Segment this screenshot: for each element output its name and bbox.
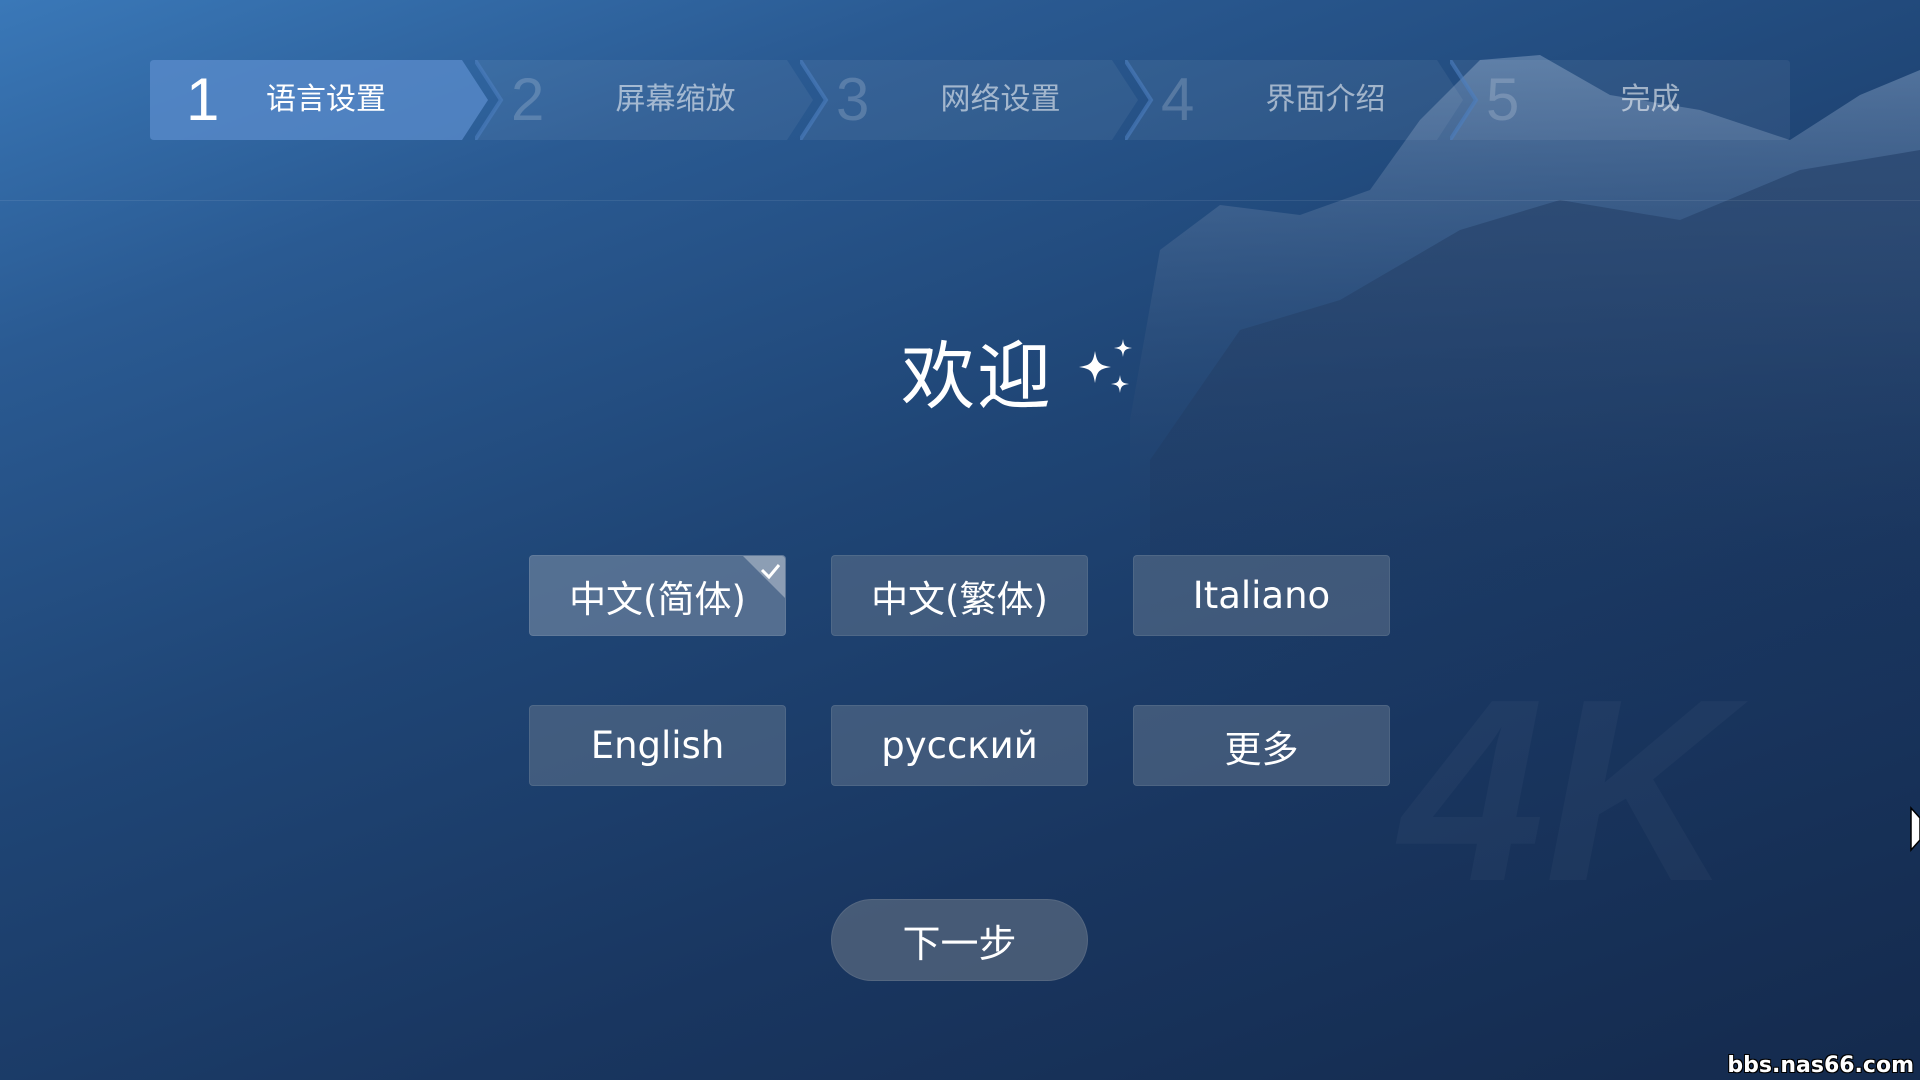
language-button-italiano[interactable]: Italiano — [1133, 555, 1390, 636]
next-step-label: 下一步 — [902, 921, 1017, 966]
step-label: 界面介绍 — [1265, 82, 1386, 117]
step-screen-scaling: 2 屏幕缩放 — [475, 60, 813, 140]
checkmark-icon — [743, 556, 785, 598]
step-number: 1 — [186, 66, 220, 133]
mouse-cursor-icon — [1910, 806, 1920, 852]
step-label: 语言设置 — [266, 82, 386, 117]
language-button-russian[interactable]: русский — [831, 705, 1088, 786]
language-label: 更多 — [1224, 727, 1299, 771]
sparkle-icon — [1079, 339, 1132, 393]
language-label: 中文(简体) — [569, 577, 746, 621]
step-label: 屏幕缩放 — [615, 82, 736, 117]
step-interface-intro: 4 界面介绍 — [1125, 60, 1463, 140]
step-language-settings: 1 语言设置 — [150, 60, 488, 140]
step-number: 4 — [1161, 66, 1195, 133]
language-button-english[interactable]: English — [529, 705, 786, 786]
step-number: 2 — [511, 66, 545, 133]
welcome-title: 欢迎 — [901, 333, 1053, 420]
language-button-zh-hans[interactable]: 中文(简体) — [529, 555, 786, 636]
language-label: Italiano — [1192, 574, 1331, 617]
step-complete: 5 完成 — [1450, 60, 1790, 140]
background-4k-watermark: 4K — [1392, 646, 1752, 936]
step-number: 3 — [836, 66, 870, 133]
language-label: English — [590, 724, 725, 767]
language-options: 中文(简体) 中文(繁体) Italiano English русский 更… — [529, 555, 1391, 786]
welcome-header: 欢迎 — [0, 320, 1920, 420]
language-button-more[interactable]: 更多 — [1133, 705, 1390, 786]
next-step-button[interactable]: 下一步 — [831, 899, 1088, 981]
language-label: русский — [881, 724, 1038, 767]
site-watermark: bbs.nas66.com — [1727, 1053, 1914, 1078]
header-divider — [0, 200, 1920, 201]
step-number: 5 — [1486, 66, 1520, 133]
step-label: 完成 — [1620, 82, 1681, 117]
language-button-zh-hant[interactable]: 中文(繁体) — [831, 555, 1088, 636]
language-label: 中文(繁体) — [871, 577, 1048, 621]
step-label: 网络设置 — [940, 82, 1061, 117]
setup-step-bar: 1 语言设置 2 屏幕缩放 3 网络设置 4 界面介绍 5 完成 — [150, 60, 1790, 140]
step-network-settings: 3 网络设置 — [800, 60, 1138, 140]
